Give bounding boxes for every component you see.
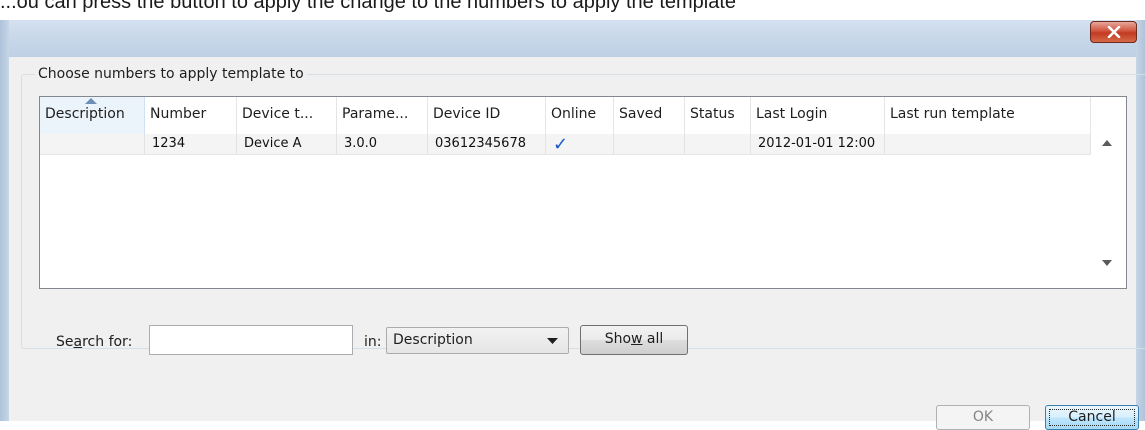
title-bar[interactable] xyxy=(0,20,1145,57)
cell-last-login: 2012-01-01 12:00 xyxy=(751,134,885,154)
table-header: Description Number Device t... Parame...… xyxy=(40,97,1091,135)
column-header-label: Online xyxy=(551,106,597,122)
group-title: Choose numbers to apply template to xyxy=(35,66,307,82)
search-label: Search for: xyxy=(56,334,133,350)
column-header-parameter[interactable]: Parame... xyxy=(337,97,428,134)
focus-rectangle xyxy=(1049,409,1135,426)
cell-saved xyxy=(614,134,685,154)
table-row[interactable]: 1234 Device A 3.0.0 03612345678 ✓ 2012-0… xyxy=(40,134,1091,155)
numbers-table[interactable]: Description Number Device t... Parame...… xyxy=(39,96,1127,289)
cell-device-type: Device A xyxy=(237,134,337,154)
search-field-label: in: xyxy=(364,334,382,350)
column-header-label: Saved xyxy=(619,106,663,122)
column-header-number[interactable]: Number xyxy=(145,97,237,134)
caption-text: ...ou can press the button to apply the … xyxy=(0,0,737,13)
column-header-label: Number xyxy=(150,106,207,122)
chevron-down-icon xyxy=(547,338,558,344)
column-header-last-login[interactable]: Last Login xyxy=(751,97,885,134)
cell-device-id: 03612345678 xyxy=(428,134,546,154)
cell-last-run-template xyxy=(885,134,1091,154)
sort-ascending-icon xyxy=(85,98,97,104)
column-header-label: Device t... xyxy=(242,106,314,122)
window-frame-left xyxy=(0,20,9,421)
column-header-status[interactable]: Status xyxy=(685,97,751,134)
caption-strip: ...ou can press the button to apply the … xyxy=(0,0,1145,20)
vertical-scrollbar[interactable] xyxy=(1091,134,1126,288)
cancel-button[interactable]: Cancel xyxy=(1045,405,1139,430)
search-input[interactable] xyxy=(149,325,353,355)
column-header-device-type[interactable]: Device t... xyxy=(237,97,337,134)
show-all-button[interactable]: Show all xyxy=(580,325,688,355)
column-header-label: Device ID xyxy=(433,106,501,122)
column-header-last-run-template[interactable]: Last run template xyxy=(885,97,1091,134)
cell-number: 1234 xyxy=(145,134,237,154)
close-button[interactable] xyxy=(1090,21,1137,43)
search-field-select[interactable]: Description xyxy=(386,327,569,354)
column-header-saved[interactable]: Saved xyxy=(614,97,685,134)
column-header-label: Status xyxy=(690,106,735,122)
close-icon xyxy=(1107,26,1121,38)
column-header-description[interactable]: Description xyxy=(40,97,145,134)
cell-status xyxy=(685,134,751,154)
cell-online-check-icon: ✓ xyxy=(546,134,614,154)
scroll-up-arrow-icon[interactable] xyxy=(1102,140,1112,146)
column-header-label: Last Login xyxy=(756,106,828,122)
cell-parameter: 3.0.0 xyxy=(337,134,428,154)
column-header-label: Description xyxy=(45,106,125,122)
scroll-down-arrow-icon[interactable] xyxy=(1102,260,1112,266)
ok-button[interactable]: OK xyxy=(936,405,1030,430)
column-header-online[interactable]: Online xyxy=(546,97,614,134)
dialog-client-area: Choose numbers to apply template to Desc… xyxy=(9,57,1145,430)
cell-description xyxy=(40,134,145,154)
search-field-selected: Description xyxy=(393,332,473,348)
column-header-label: Parame... xyxy=(342,106,409,122)
column-header-device-id[interactable]: Device ID xyxy=(428,97,546,134)
column-header-label: Last run template xyxy=(890,106,1015,122)
dialog-window: Choose numbers to apply template to Desc… xyxy=(0,20,1145,430)
